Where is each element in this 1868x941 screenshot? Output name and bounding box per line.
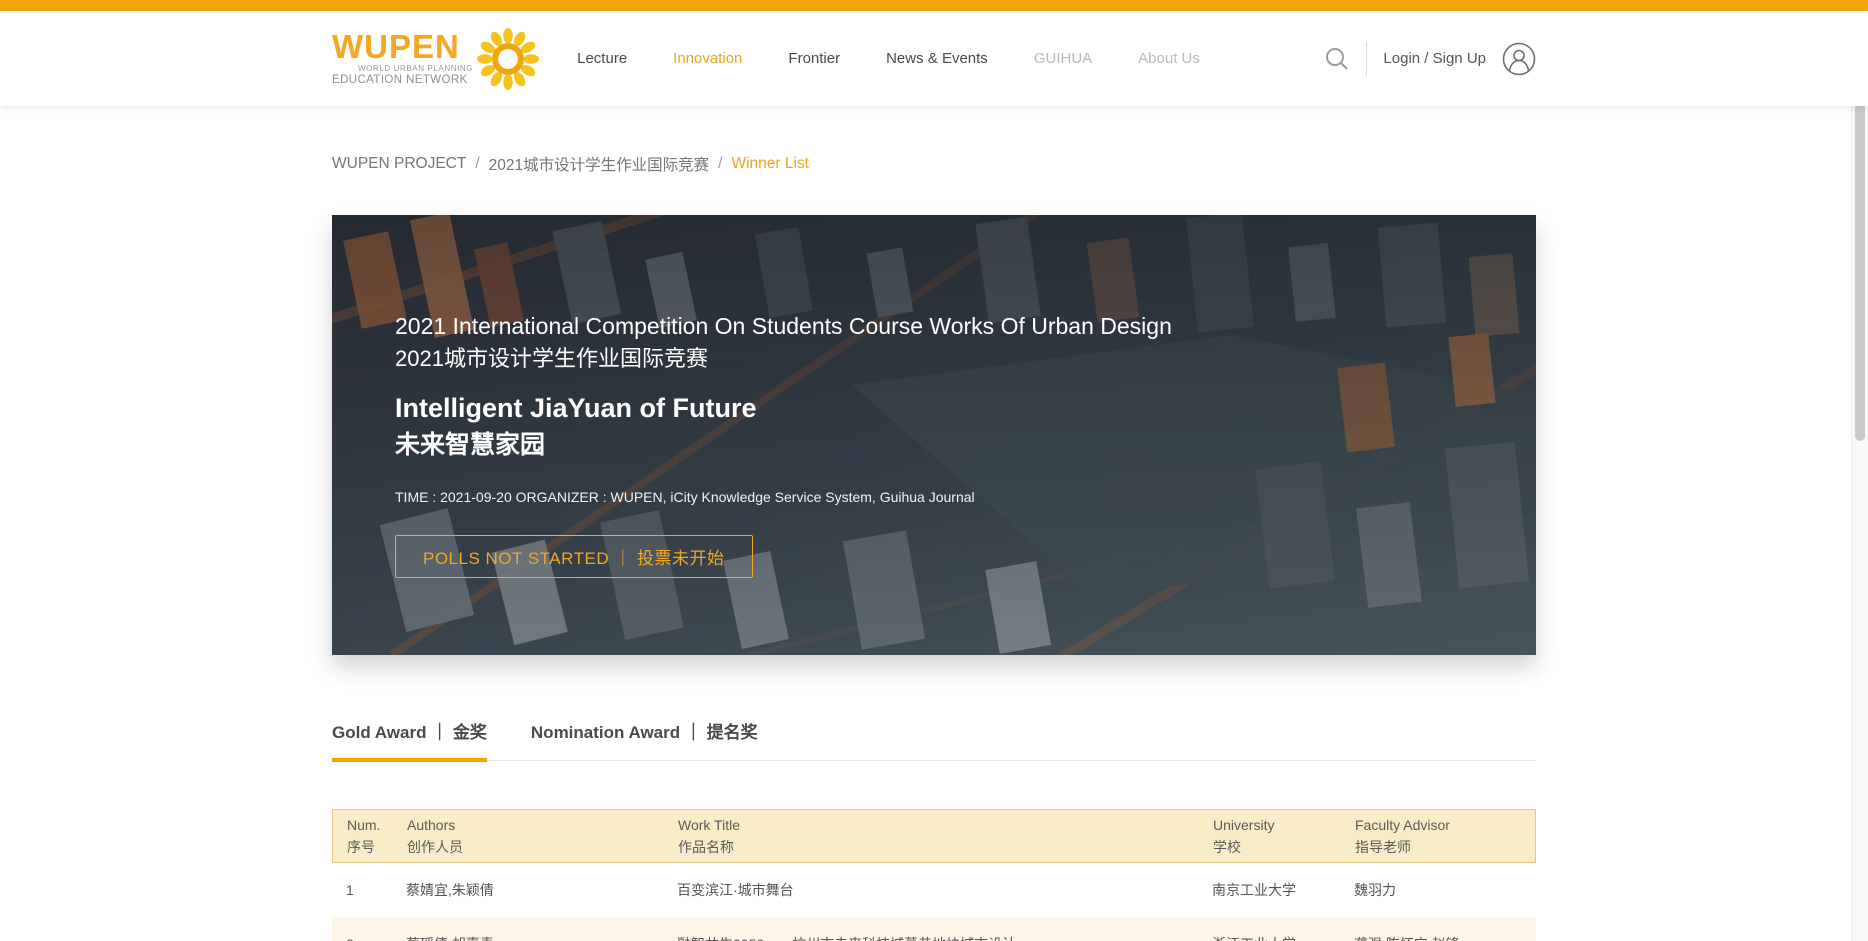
breadcrumb-separator: / xyxy=(475,155,479,173)
breadcrumb-winner-list[interactable]: Winner List xyxy=(731,155,809,173)
avatar-icon[interactable] xyxy=(1502,42,1536,76)
cell-university: 浙江工业大学 xyxy=(1212,934,1354,941)
winner-table: Num.序号 Authors创作人员 Work Title作品名称 Univer… xyxy=(332,809,1536,941)
cell-university: 南京工业大学 xyxy=(1212,880,1354,900)
breadcrumb-separator: / xyxy=(718,155,722,173)
col-faculty-advisor: Faculty Advisor指导老师 xyxy=(1355,814,1535,858)
col-num: Num.序号 xyxy=(347,814,407,858)
logo-subtitle-1: WORLD URBAN PLANNING xyxy=(358,64,473,73)
tab-nomination-award[interactable]: Nomination Award ｜ 提名奖 xyxy=(531,718,758,760)
award-tabs: Gold Award ｜ 金奖 Nomination Award ｜ 提名奖 xyxy=(332,718,1536,761)
hero-title-en: 2021 International Competition On Studen… xyxy=(395,310,1172,343)
cell-work-title: 融智共生2050——杭州市未来科技城葛巷地块城市设计 xyxy=(677,934,1212,941)
cell-authors: 蔡婧宜,朱颖倩 xyxy=(406,880,677,900)
hero-subtitle-en: Intelligent JiaYuan of Future xyxy=(395,389,1172,427)
breadcrumb-wupen-project[interactable]: WUPEN PROJECT xyxy=(332,155,466,173)
col-work-title: Work Title作品名称 xyxy=(678,814,1213,858)
sunflower-icon xyxy=(477,24,539,94)
header-divider xyxy=(1366,42,1367,76)
login-signup-link[interactable]: Login / Sign Up xyxy=(1383,50,1486,67)
top-accent-bar xyxy=(0,0,1868,11)
logo-brand-text: WUPEN xyxy=(332,32,460,62)
scrollbar-track[interactable] xyxy=(1851,11,1868,941)
tab-gold-award[interactable]: Gold Award ｜ 金奖 xyxy=(332,718,487,762)
polls-status-button[interactable]: POLLS NOT STARTED ｜ 投票未开始 xyxy=(395,535,753,578)
table-body: 1 蔡婧宜,朱颖倩 百变滨江·城市舞台 南京工业大学 魏羽力 2 蔡瑶倩,胡嘉青… xyxy=(332,863,1536,941)
table-row: 2 蔡瑶倩,胡嘉青 融智共生2050——杭州市未来科技城葛巷地块城市设计 浙江工… xyxy=(332,917,1536,941)
breadcrumb-competition[interactable]: 2021城市设计学生作业国际竞赛 xyxy=(489,153,709,175)
nav-item-lecture[interactable]: Lecture xyxy=(577,50,627,67)
nav-item-about-us[interactable]: About Us xyxy=(1138,50,1200,67)
logo-subtitle-2: EDUCATION NETWORK xyxy=(332,74,468,86)
cell-authors: 蔡瑶倩,胡嘉青 xyxy=(406,934,677,941)
main-nav: Lecture Innovation Frontier News & Event… xyxy=(577,50,1200,67)
nav-item-frontier[interactable]: Frontier xyxy=(788,50,840,67)
col-authors: Authors创作人员 xyxy=(407,814,678,858)
col-university: University学校 xyxy=(1213,814,1355,858)
cell-work-title: 百变滨江·城市舞台 xyxy=(677,880,1212,900)
breadcrumb: WUPEN PROJECT / 2021城市设计学生作业国际竞赛 / Winne… xyxy=(332,153,1536,175)
table-header-row: Num.序号 Authors创作人员 Work Title作品名称 Univer… xyxy=(332,809,1536,863)
hero-banner: 2021 International Competition On Studen… xyxy=(332,215,1536,655)
nav-item-news-events[interactable]: News & Events xyxy=(886,50,988,67)
nav-item-guihua[interactable]: GUIHUA xyxy=(1034,50,1092,67)
site-header: WUPEN WORLD URBAN PLANNING EDUCATION NET… xyxy=(0,11,1868,106)
hero-subtitle-zh: 未来智慧家园 xyxy=(395,427,1172,463)
wupen-logo[interactable]: WUPEN WORLD URBAN PLANNING EDUCATION NET… xyxy=(332,24,539,94)
cell-faculty-advisor: 魏羽力 xyxy=(1354,880,1536,900)
cell-num: 1 xyxy=(346,882,406,898)
hero-title-zh: 2021城市设计学生作业国际竞赛 xyxy=(395,343,1172,375)
hero-content: 2021 International Competition On Studen… xyxy=(395,310,1172,578)
cell-num: 2 xyxy=(346,936,406,941)
search-icon[interactable] xyxy=(1324,46,1350,72)
nav-item-innovation[interactable]: Innovation xyxy=(673,50,742,67)
hero-meta-info: TIME : 2021-09-20 ORGANIZER : WUPEN, iCi… xyxy=(395,489,1172,505)
cell-faculty-advisor: 龚强,陈怀宁,赵锋 xyxy=(1354,934,1536,941)
table-row: 1 蔡婧宜,朱颖倩 百变滨江·城市舞台 南京工业大学 魏羽力 xyxy=(332,863,1536,917)
